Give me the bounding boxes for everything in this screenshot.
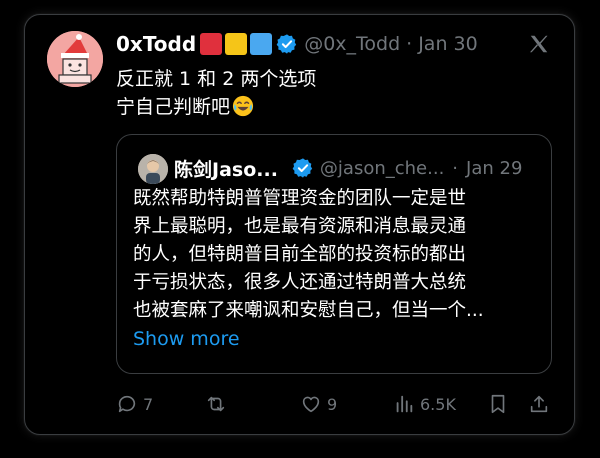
tweet-text-line: 宁自己判断吧: [116, 96, 231, 118]
retweet-icon: [207, 396, 225, 412]
quoted-display-name[interactable]: 陈剑Jaso...: [174, 155, 278, 182]
quoted-text-line: 于亏损状态，很多人还通过特朗普大总统: [133, 272, 467, 293]
quoted-text-line: 的人，但特朗普目前全部的投资标的都出: [133, 244, 467, 265]
tweet-text-line-with-emoji: 宁自己判断吧: [116, 93, 316, 121]
avatar[interactable]: [47, 31, 103, 87]
laughing-crying-emoji-icon: [232, 95, 254, 117]
blue-square-emoji: [250, 33, 273, 55]
display-name[interactable]: 0xTodd: [116, 32, 196, 56]
quoted-text-line: 既然帮助特朗普管理资金的团队一定是世: [133, 188, 467, 209]
separator-dot: ·: [452, 157, 459, 179]
reply-icon: [118, 395, 136, 413]
views-button[interactable]: 6.5K: [393, 393, 456, 415]
show-more-link[interactable]: Show more: [133, 328, 240, 350]
retweet-button[interactable]: [205, 393, 232, 415]
quoted-handle[interactable]: @jason_che...: [320, 158, 444, 179]
verified-badge-icon: [276, 34, 297, 54]
quoted-date[interactable]: Jan 29: [466, 158, 522, 179]
heart-icon: [302, 396, 320, 413]
like-button[interactable]: 9: [300, 393, 337, 415]
quoted-text: 既然帮助特朗普管理资金的团队一定是世 界上最聪明，也是最有资源和消息最灵通 的人…: [133, 185, 537, 325]
tweet-header: 0xTodd @0x_Todd · Jan 30: [116, 31, 478, 57]
red-square-emoji: [200, 33, 223, 55]
like-count: 9: [327, 394, 338, 414]
tweet-text-line: 反正就 1 和 2 两个选项: [116, 68, 317, 90]
quoted-text-line: 也被套麻了来嘲讽和安慰自己，但当一个...: [133, 300, 484, 321]
quoted-header: 陈剑Jaso... @jason_che... · Jan 29: [174, 153, 522, 183]
bookmark-icon: [491, 394, 505, 414]
quoted-avatar[interactable]: [138, 154, 168, 184]
action-bar: 7 9 6.5K: [25, 393, 576, 419]
handle[interactable]: @0x_Todd: [304, 33, 400, 55]
reply-count: 7: [143, 394, 154, 414]
share-icon: [530, 395, 548, 413]
tweet-card[interactable]: 0xTodd @0x_Todd · Jan 30 反正就 1 和 2 两个选项 …: [24, 14, 575, 435]
share-button[interactable]: [528, 393, 550, 415]
bookmark-button[interactable]: [487, 393, 509, 415]
verified-badge-icon: [292, 158, 313, 178]
reply-button[interactable]: 7: [116, 393, 153, 415]
views-count: 6.5K: [420, 394, 456, 414]
separator-dot: ·: [406, 33, 413, 55]
yellow-square-emoji: [225, 33, 248, 55]
x-logo-icon: [530, 35, 548, 53]
views-icon: [396, 395, 413, 413]
quoted-tweet[interactable]: 陈剑Jaso... @jason_che... · Jan 29 既然帮助特朗普…: [116, 134, 552, 374]
quoted-text-line: 界上最聪明，也是最有资源和消息最灵通: [133, 216, 467, 237]
tweet-text: 反正就 1 和 2 两个选项 宁自己判断吧: [116, 65, 316, 121]
tweet-date[interactable]: Jan 30: [418, 33, 478, 55]
